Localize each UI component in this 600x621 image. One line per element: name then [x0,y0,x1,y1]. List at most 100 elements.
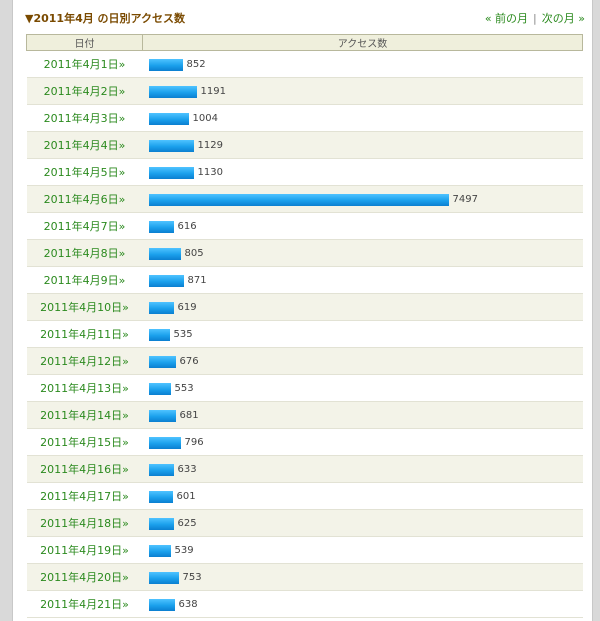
access-bar [148,220,174,233]
date-link[interactable]: 2011年4月19日» [40,544,129,557]
date-cell: 2011年4月9日» [26,266,143,294]
table-row: 2011年4月14日» 681 [26,401,583,429]
access-cell: 796 [142,428,583,456]
access-cell: 1130 [142,158,583,186]
table-row: 2011年4月10日» 619 [26,293,583,321]
access-cell: 1129 [142,131,583,159]
date-link[interactable]: 2011年4月1日» [44,58,126,71]
access-cell: 753 [142,563,583,591]
date-cell: 2011年4月6日» [26,185,143,213]
date-cell: 2011年4月17日» [26,482,143,510]
access-count: 601 [176,491,196,502]
access-count: 553 [174,383,194,394]
access-bar [148,85,197,98]
table-row: 2011年4月20日» 753 [26,563,583,591]
table-row: 2011年4月5日» 1130 [26,158,583,186]
access-bar [148,112,189,125]
access-cell: 625 [142,509,583,537]
access-panel: ▼2011年4月 の日別アクセス数 « 前の月 | 次の月 » 日付 アクセス数 2… [12,0,593,621]
date-cell: 2011年4月5日» [26,158,143,186]
access-cell: 676 [142,347,583,375]
date-cell: 2011年4月10日» [26,293,143,321]
access-count: 676 [179,356,199,367]
access-count: 638 [178,599,198,610]
table-row: 2011年4月1日» 852 [26,50,583,78]
date-cell: 2011年4月16日» [26,455,143,483]
access-bar [148,517,174,530]
date-link[interactable]: 2011年4月12日» [40,355,129,368]
date-cell: 2011年4月14日» [26,401,143,429]
access-cell: 805 [142,239,583,267]
table-row: 2011年4月11日» 535 [26,320,583,348]
date-cell: 2011年4月13日» [26,374,143,402]
date-link[interactable]: 2011年4月16日» [40,463,129,476]
access-cell: 619 [142,293,583,321]
prev-month-link[interactable]: « 前の月 [485,12,528,25]
access-cell: 638 [142,590,583,618]
date-link[interactable]: 2011年4月20日» [40,571,129,584]
access-count: 633 [177,464,197,475]
access-cell: 616 [142,212,583,240]
date-link[interactable]: 2011年4月21日» [40,598,129,611]
access-bar [148,544,171,557]
table-row: 2011年4月21日» 638 [26,590,583,618]
table-row: 2011年4月17日» 601 [26,482,583,510]
date-link[interactable]: 2011年4月18日» [40,517,129,530]
access-count: 871 [187,275,207,286]
date-link[interactable]: 2011年4月14日» [40,409,129,422]
date-link[interactable]: 2011年4月9日» [44,274,126,287]
date-cell: 2011年4月12日» [26,347,143,375]
access-count: 1004 [192,113,218,124]
access-cell: 1004 [142,104,583,132]
access-cell: 681 [142,401,583,429]
access-count: 625 [177,518,197,529]
date-link[interactable]: 2011年4月6日» [44,193,126,206]
access-count: 1129 [197,140,223,151]
table-row: 2011年4月8日» 805 [26,239,583,267]
date-link[interactable]: 2011年4月5日» [44,166,126,179]
date-link[interactable]: 2011年4月13日» [40,382,129,395]
access-cell: 535 [142,320,583,348]
access-bar [148,58,183,71]
access-bar [148,247,181,260]
date-link[interactable]: 2011年4月10日» [40,301,129,314]
access-column-header: アクセス数 [142,34,583,51]
date-cell: 2011年4月18日» [26,509,143,537]
next-month-link[interactable]: 次の月 » [542,12,585,25]
access-count: 1191 [200,86,226,97]
access-count: 535 [173,329,193,340]
table-row: 2011年4月3日» 1004 [26,104,583,132]
table-row: 2011年4月6日» 7497 [26,185,583,213]
date-link[interactable]: 2011年4月7日» [44,220,126,233]
access-cell: 601 [142,482,583,510]
access-bar [148,274,184,287]
date-link[interactable]: 2011年4月2日» [44,85,126,98]
access-cell: 871 [142,266,583,294]
date-link[interactable]: 2011年4月4日» [44,139,126,152]
access-bar [148,139,194,152]
date-cell: 2011年4月1日» [26,50,143,78]
date-link[interactable]: 2011年4月15日» [40,436,129,449]
table-body: 2011年4月1日» 852 2011年4月2日» 1191 2011年4月3日» 100… [26,50,583,618]
access-cell: 7497 [142,185,583,213]
access-bar [148,193,449,206]
table-row: 2011年4月12日» 676 [26,347,583,375]
date-link[interactable]: 2011年4月3日» [44,112,126,125]
access-cell: 633 [142,455,583,483]
date-link[interactable]: 2011年4月17日» [40,490,129,503]
date-link[interactable]: 2011年4月8日» [44,247,126,260]
access-bar [148,328,170,341]
access-count: 852 [186,59,206,70]
access-count: 805 [184,248,204,259]
table-row: 2011年4月18日» 625 [26,509,583,537]
date-cell: 2011年4月8日» [26,239,143,267]
date-cell: 2011年4月2日» [26,77,143,105]
date-cell: 2011年4月20日» [26,563,143,591]
access-bar [148,571,179,584]
date-column-header: 日付 [26,34,143,51]
access-cell: 553 [142,374,583,402]
date-link[interactable]: 2011年4月11日» [40,328,129,341]
table-row: 2011年4月9日» 871 [26,266,583,294]
access-bar [148,490,173,503]
table-row: 2011年4月4日» 1129 [26,131,583,159]
